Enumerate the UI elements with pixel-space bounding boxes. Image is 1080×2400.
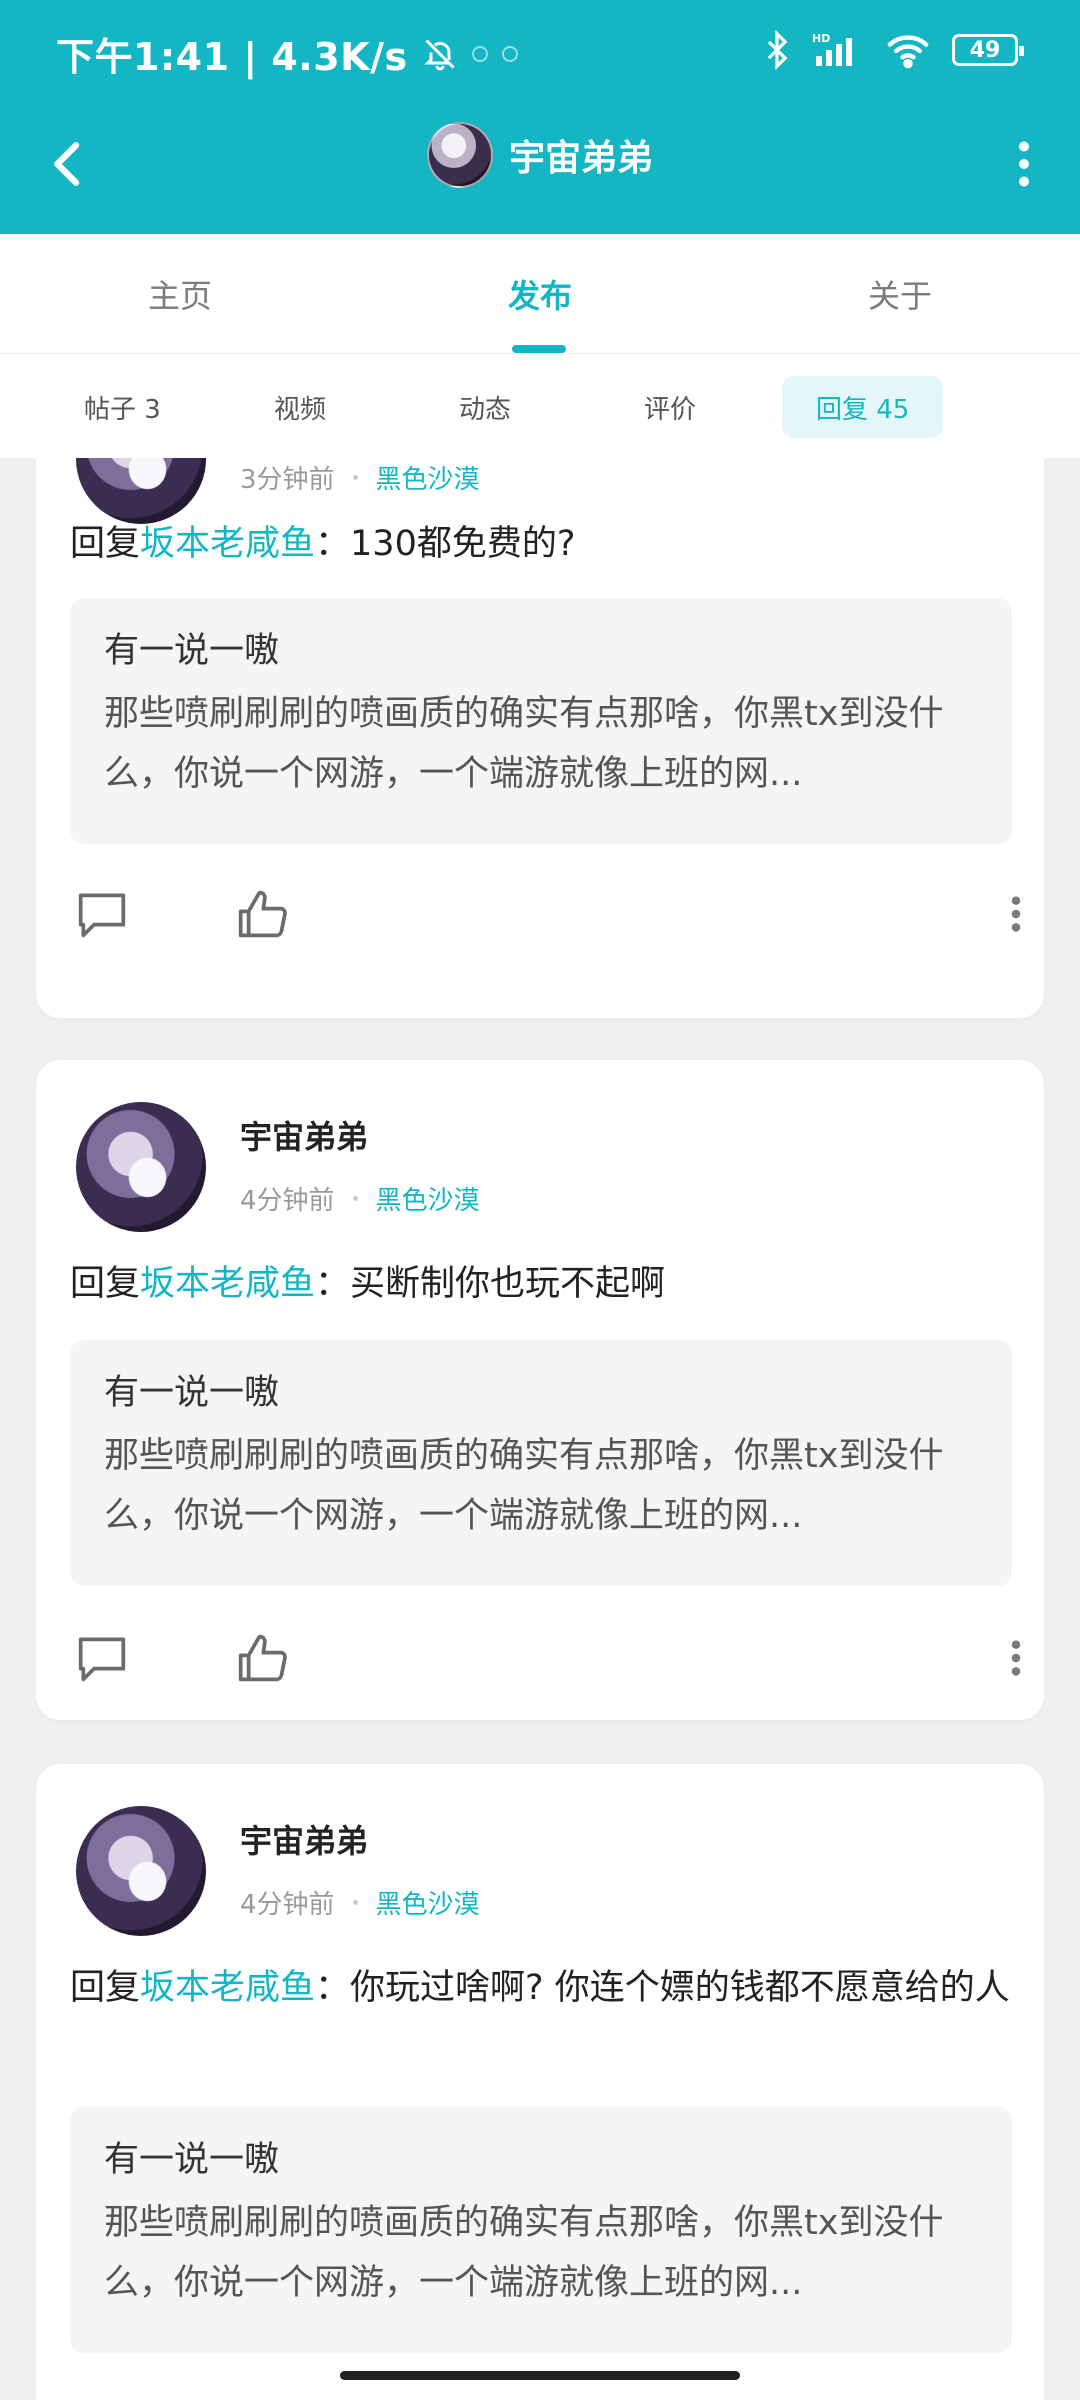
- wifi-icon: [887, 35, 929, 69]
- avatar[interactable]: [426, 122, 493, 188]
- like-button[interactable]: [230, 882, 294, 946]
- sub-tabs: 帖子 3 视频 动态 评价 回复 45: [0, 354, 1080, 458]
- quoted-post-title: 有一说一嗷: [104, 631, 280, 671]
- tab-posts[interactable]: 发布: [390, 234, 690, 354]
- notification-dot-icon: [471, 45, 488, 62]
- game-tag[interactable]: 黑色沙漠: [376, 459, 480, 496]
- reply-prefix: 回复: [70, 1264, 141, 1304]
- thumbs-up-icon: [238, 1634, 287, 1682]
- comment-icon: [78, 893, 126, 938]
- author-name[interactable]: 宇宙弟弟: [240, 1112, 368, 1158]
- reply-content: ：买断制你也玩不起啊: [315, 1264, 666, 1304]
- subtab-moments[interactable]: 动态: [425, 376, 545, 438]
- reply-prefix: 回复: [70, 1968, 141, 2008]
- tab-home[interactable]: 主页: [30, 234, 330, 354]
- app-header: 下午1:41 | 4.3K/s HD 49 宇宙弟弟: [0, 0, 1080, 234]
- meta-separator: [352, 1900, 358, 1905]
- status-left: 下午1:41 | 4.3K/s: [56, 26, 518, 81]
- reply-content: ：你玩过啥啊? 你连个嫖的钱都不愿意给的人: [315, 1968, 1010, 2008]
- card-more-button[interactable]: [996, 1626, 1036, 1690]
- reply-content: ：130都免费的?: [315, 524, 576, 564]
- game-tag[interactable]: 黑色沙漠: [376, 1884, 480, 1921]
- quoted-post[interactable]: 有一说一嗷 那些喷刷刷刷的喷画质的确实有点那啥，你黑tx到没什么，你说一个网游，…: [70, 598, 1012, 844]
- subtab-replies[interactable]: 回复 45: [782, 376, 944, 438]
- avatar[interactable]: [76, 1102, 206, 1232]
- author-name[interactable]: 宇宙弟弟: [240, 1816, 368, 1862]
- hd-signal-icon: HD: [812, 32, 852, 66]
- reply-text: 回复坂本老咸鱼：130都免费的?: [70, 514, 1010, 574]
- reply-feed[interactable]: 3分钟前 黑色沙漠 回复坂本老咸鱼：130都免费的? 有一说一嗷 那些喷刷刷刷的…: [0, 458, 1080, 2400]
- meta-separator: [352, 475, 358, 480]
- like-button[interactable]: [230, 1626, 294, 1690]
- mention-link[interactable]: 坂本老咸鱼: [140, 1968, 315, 2008]
- post-time: 3分钟前: [240, 465, 335, 495]
- quoted-post-body: 那些喷刷刷刷的喷画质的确实有点那啥，你黑tx到没什么，你说一个网游，一个端游就像…: [104, 694, 944, 794]
- reply-text: 回复坂本老咸鱼：买断制你也玩不起啊: [70, 1254, 1010, 1314]
- battery-level: 49: [969, 37, 1001, 63]
- quoted-post-body: 那些喷刷刷刷的喷画质的确实有点那啥，你黑tx到没什么，你说一个网游，一个端游就像…: [104, 1436, 944, 1536]
- tab-about[interactable]: 关于: [750, 234, 1050, 354]
- quoted-post-title: 有一说一嗷: [104, 1373, 280, 1413]
- mention-link[interactable]: 坂本老咸鱼: [140, 1264, 315, 1304]
- bell-off-icon: [424, 38, 455, 70]
- comment-icon: [78, 1637, 126, 1682]
- subtab-reviews[interactable]: 评价: [610, 376, 730, 438]
- svg-text:HD: HD: [812, 32, 830, 45]
- tab-indicator: [512, 345, 566, 353]
- profile-title: 宇宙弟弟: [0, 122, 1080, 188]
- post-meta: 4分钟前 黑色沙漠: [240, 1884, 480, 1921]
- bluetooth-icon: [767, 30, 788, 70]
- game-tag[interactable]: 黑色沙漠: [376, 1180, 480, 1217]
- page-title: 宇宙弟弟: [508, 138, 653, 179]
- meta-separator: [352, 1196, 358, 1201]
- quoted-post-title: 有一说一嗷: [104, 2140, 280, 2180]
- more-vertical-icon: [1019, 141, 1029, 187]
- reply-card: 3分钟前 黑色沙漠 回复坂本老咸鱼：130都免费的? 有一说一嗷 那些喷刷刷刷的…: [36, 458, 1044, 1018]
- quoted-post[interactable]: 有一说一嗷 那些喷刷刷刷的喷画质的确实有点那啥，你黑tx到没什么，你说一个网游，…: [70, 1340, 1012, 1586]
- post-meta: 4分钟前 黑色沙漠: [240, 1180, 480, 1217]
- more-vertical-icon: [1011, 896, 1021, 932]
- more-button[interactable]: [994, 132, 1054, 196]
- status-right: HD 49: [764, 30, 1024, 70]
- card-more-button[interactable]: [996, 882, 1036, 946]
- post-time: 4分钟前: [240, 1186, 335, 1216]
- reply-card: 宇宙弟弟 4分钟前 黑色沙漠 回复坂本老咸鱼：你玩过啥啊? 你连个嫖的钱都不愿意…: [36, 1764, 1044, 2400]
- home-indicator[interactable]: [340, 2371, 740, 2380]
- reply-prefix: 回复: [70, 524, 141, 564]
- main-tabs: 主页 发布 关于: [0, 234, 1080, 354]
- mention-link[interactable]: 坂本老咸鱼: [140, 524, 315, 564]
- thumbs-up-icon: [238, 890, 287, 938]
- post-time: 4分钟前: [240, 1890, 335, 1920]
- comment-button[interactable]: [70, 882, 134, 946]
- reply-card: 宇宙弟弟 4分钟前 黑色沙漠 回复坂本老咸鱼：买断制你也玩不起啊 有一说一嗷 那…: [36, 1060, 1044, 1720]
- status-bar: 下午1:41 | 4.3K/s HD 49: [0, 0, 1080, 104]
- quoted-post[interactable]: 有一说一嗷 那些喷刷刷刷的喷画质的确实有点那啥，你黑tx到没什么，你说一个网游，…: [70, 2107, 1012, 2353]
- comment-button[interactable]: [70, 1626, 134, 1690]
- title-bar: 宇宙弟弟: [0, 104, 1080, 234]
- more-vertical-icon: [1011, 1640, 1021, 1676]
- status-time-speed: 下午1:41 | 4.3K/s: [56, 35, 408, 79]
- reply-text: 回复坂本老咸鱼：你玩过啥啊? 你连个嫖的钱都不愿意给的人: [70, 1958, 1010, 2018]
- quoted-post-body: 那些喷刷刷刷的喷画质的确实有点那啥，你黑tx到没什么，你说一个网游，一个端游就像…: [104, 2203, 944, 2303]
- notification-dot-icon: [501, 45, 518, 62]
- avatar[interactable]: [76, 1806, 206, 1936]
- card-actions: [36, 1626, 1044, 1696]
- battery-icon: 49: [952, 34, 1024, 66]
- subtab-threads[interactable]: 帖子 3: [50, 376, 195, 438]
- subtab-videos[interactable]: 视频: [240, 376, 360, 438]
- card-actions: [36, 882, 1044, 952]
- post-meta: 3分钟前 黑色沙漠: [240, 459, 480, 496]
